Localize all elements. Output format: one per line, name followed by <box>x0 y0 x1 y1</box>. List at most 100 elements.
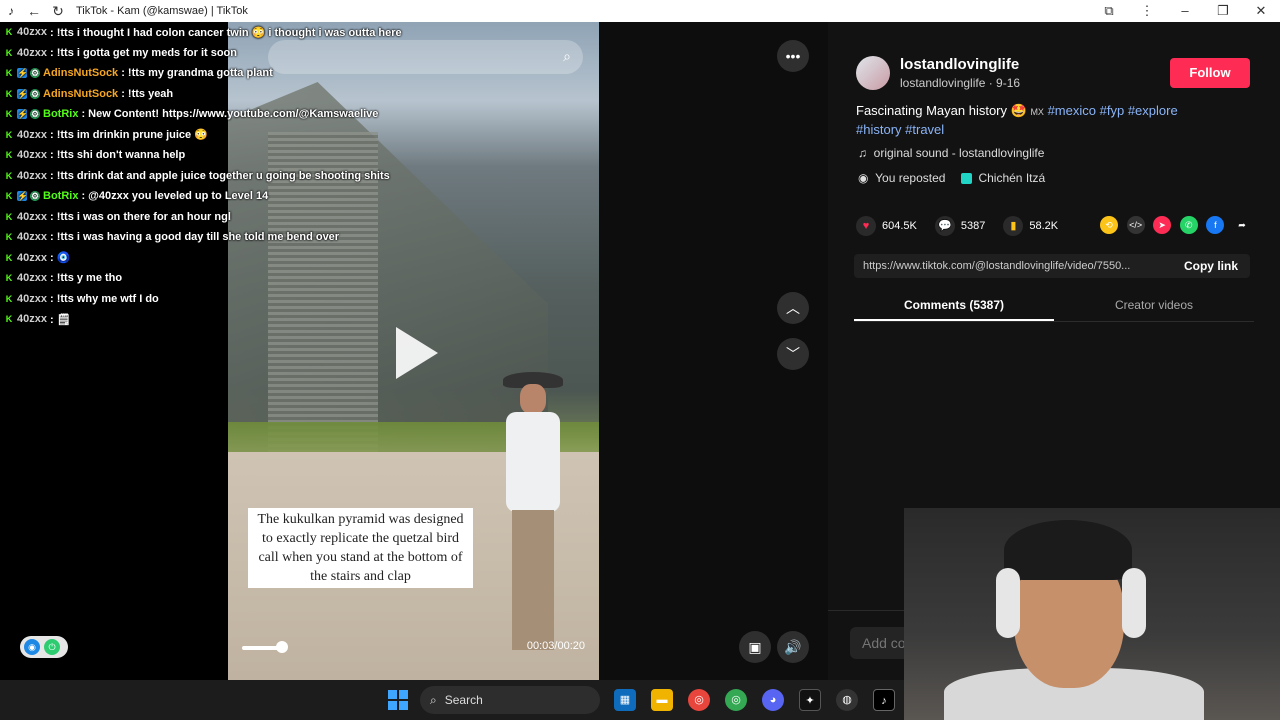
chat-username[interactable]: 40zxx <box>17 211 47 223</box>
music-row[interactable]: ♫ original sound - lostandlovinglife <box>858 146 1044 160</box>
comment-stat[interactable]: 💬 5387 <box>934 216 985 236</box>
chrome-alt-icon[interactable]: ◎ <box>725 689 747 711</box>
chat-username[interactable]: BotRix <box>43 190 78 202</box>
webcam-headphone-right <box>1122 568 1146 638</box>
chat-username[interactable]: 40zxx <box>17 252 47 264</box>
chrome-icon[interactable]: ◎ <box>688 689 710 711</box>
widget-logo-icon: ◉ <box>24 639 40 655</box>
music-title[interactable]: original sound - lostandlovinglife <box>874 146 1045 160</box>
kick-badge-icon: K <box>5 191 13 202</box>
more-options-icon[interactable]: ••• <box>777 40 809 72</box>
taskbar-search[interactable]: ⌕ Search <box>420 686 600 714</box>
verified-badge-icon: ⚙ <box>30 109 40 120</box>
follow-button[interactable]: Follow <box>1170 58 1250 88</box>
chevron-down-icon[interactable]: ﹀ <box>777 338 809 370</box>
minimize-icon[interactable]: – <box>1166 3 1204 19</box>
send-icon[interactable]: ➤ <box>1153 216 1172 234</box>
call-of-duty-icon[interactable]: ✦ <box>799 689 821 711</box>
bot-badge-icon: ⚡ <box>17 191 29 202</box>
whatsapp-icon[interactable]: ✆ <box>1179 216 1198 234</box>
chat-username[interactable]: 40zxx <box>17 129 47 141</box>
heart-icon[interactable]: ♥ <box>856 216 876 236</box>
chat-message: K 40zxx: !tts y me tho <box>0 268 440 289</box>
kick-badge-icon: K <box>5 314 13 325</box>
bookmark-icon[interactable]: ▮ <box>1003 216 1024 236</box>
hashtag[interactable]: #explore <box>1128 103 1178 118</box>
panel-tabs: Comments (5387) Creator videos <box>854 292 1254 322</box>
chat-text: : 🗒 <box>49 313 71 326</box>
volume-slider-handle[interactable] <box>276 641 288 653</box>
floating-widget[interactable]: ◉ ⏻ <box>20 636 68 658</box>
repost-label: You reposted <box>875 171 946 185</box>
tab-creator-videos[interactable]: Creator videos <box>1054 292 1254 321</box>
share-arrow-icon[interactable]: ➦ <box>1233 216 1251 234</box>
chat-message: K 40zxx: 🧿 <box>0 248 440 269</box>
chat-username[interactable]: 40zxx <box>17 149 47 161</box>
more-menu-icon[interactable]: ⋮ <box>1128 3 1166 19</box>
copy-link-button[interactable]: Copy link <box>1172 259 1250 273</box>
chat-text: : @40zxx you leveled up to Level 14 <box>81 190 269 203</box>
back-arrow-icon[interactable]: ← <box>22 3 46 19</box>
comment-bubble-icon[interactable]: 💬 <box>934 216 955 236</box>
embed-code-icon[interactable]: </> <box>1126 216 1145 234</box>
like-stat[interactable]: ♥ 604.5K <box>856 216 917 236</box>
author-avatar[interactable] <box>856 56 890 90</box>
close-icon[interactable]: ✕ <box>1242 3 1280 19</box>
chat-username[interactable]: 40zxx <box>17 170 47 182</box>
widget-power-icon[interactable]: ⏻ <box>44 639 60 655</box>
kick-badge-icon: K <box>5 88 13 99</box>
kick-badge-icon: K <box>5 273 13 284</box>
flag-label: MX <box>1030 107 1044 117</box>
reload-icon[interactable]: ↻ <box>46 3 70 20</box>
verified-badge-icon: ⚙ <box>30 191 40 202</box>
chat-username[interactable]: 40zxx <box>17 272 47 284</box>
search-icon[interactable]: ⌕ <box>563 48 571 65</box>
chat-text: : !tts i thought I had colon cancer twin… <box>49 26 402 39</box>
chat-message: K ⚡ ⚙ AdinsNutSock: !tts yeah <box>0 84 440 105</box>
extensions-icon[interactable]: ⧉ <box>1090 3 1128 19</box>
tab-comments[interactable]: Comments (5387) <box>854 292 1054 321</box>
chat-message: K 40zxx: !tts i gotta get my meds for it … <box>0 43 440 64</box>
pip-icon[interactable]: ▣ <box>739 631 771 663</box>
chat-text: : 🧿 <box>49 252 71 265</box>
facebook-icon[interactable]: f <box>1206 216 1225 234</box>
chat-username[interactable]: 40zxx <box>17 231 47 243</box>
repost-share-icon[interactable]: ⟲ <box>1100 216 1118 234</box>
share-link-url[interactable]: https://www.tiktok.com/@lostandlovinglif… <box>863 260 1171 272</box>
chat-username[interactable]: 40zxx <box>17 47 47 59</box>
chat-username[interactable]: 40zxx <box>17 26 47 38</box>
file-explorer-icon[interactable]: ▬ <box>651 689 673 711</box>
save-stat[interactable]: ▮ 58.2K <box>1003 216 1058 236</box>
hashtag[interactable]: #history <box>856 122 902 137</box>
tiktok-app-icon[interactable]: ♪ <box>873 689 895 711</box>
chat-username[interactable]: 40zxx <box>17 293 47 305</box>
chat-username[interactable]: 40zxx <box>17 313 47 325</box>
verified-badge-icon: ⚙ <box>30 68 40 79</box>
hashtag[interactable]: #travel <box>905 122 944 137</box>
restore-icon[interactable]: ❐ <box>1204 3 1242 19</box>
chat-username[interactable]: AdinsNutSock <box>43 67 118 79</box>
person-legs <box>512 510 554 650</box>
discord-icon[interactable]: ◕ <box>762 689 784 711</box>
share-link-box: https://www.tiktok.com/@lostandlovinglif… <box>854 254 1250 278</box>
speaker-icon[interactable]: 🔊 <box>777 631 809 663</box>
chat-username[interactable]: BotRix <box>43 108 78 120</box>
window-controls: ⧉ ⋮ – ❐ ✕ <box>1090 3 1280 19</box>
video-time: 00:03/00:20 <box>526 640 585 652</box>
kick-badge-icon: K <box>5 47 13 58</box>
hashtag[interactable]: #fyp <box>1100 103 1125 118</box>
obs-icon[interactable]: ◍ <box>836 689 858 711</box>
person-body <box>506 412 560 512</box>
chevron-up-icon[interactable]: ︿ <box>777 292 809 324</box>
taskbar-search-label: Search <box>444 693 483 707</box>
store-icon[interactable]: ▦ <box>614 689 636 711</box>
author-name[interactable]: lostandlovinglife <box>900 56 1019 73</box>
window-title: TikTok - Kam (@kamswae) | TikTok <box>76 5 248 17</box>
hashtag[interactable]: #mexico <box>1048 103 1096 118</box>
windows-start-icon[interactable] <box>388 690 408 710</box>
location-label[interactable]: Chichén Itzá <box>978 171 1045 185</box>
chat-text: : !tts drink dat and apple juice togethe… <box>49 169 390 182</box>
bot-badge-icon: ⚡ <box>17 68 29 79</box>
chat-username[interactable]: AdinsNutSock <box>43 88 118 100</box>
kick-badge-icon: K <box>5 252 13 263</box>
